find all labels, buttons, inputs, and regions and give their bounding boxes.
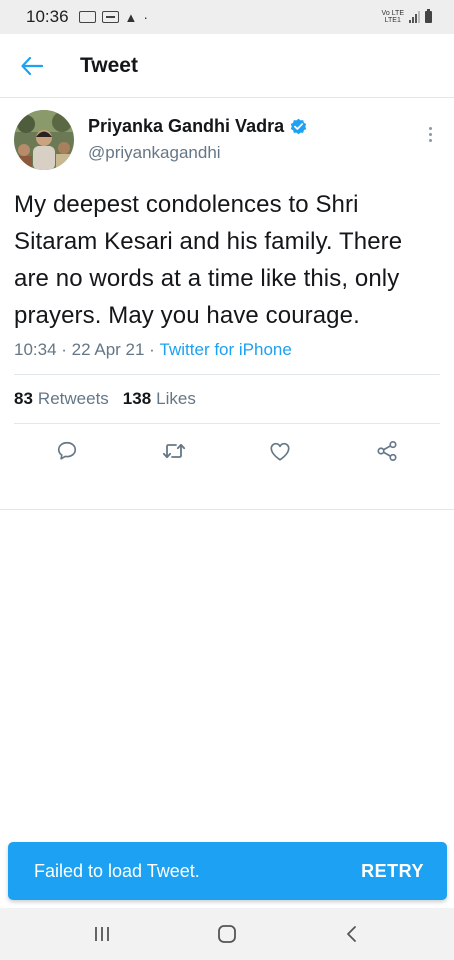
snackbar-message: Failed to load Tweet. [34, 860, 200, 881]
tweet-time: 10:34 [14, 340, 57, 359]
system-navigation-bar [0, 908, 454, 960]
author-name[interactable]: Priyanka Gandhi Vadra [88, 116, 284, 137]
avatar-image [14, 110, 74, 170]
home-icon [218, 925, 236, 943]
author-info: Priyanka Gandhi Vadra @priyankagandhi [88, 116, 308, 163]
status-bar: 10:36 ▲ · Vo LTE LTE1 [0, 0, 454, 34]
tweet-meta: 10:34 · 22 Apr 21 · Twitter for iPhone [14, 340, 440, 360]
reply-button[interactable] [47, 431, 87, 471]
voicemail-notification-icon [101, 11, 119, 23]
likes-label[interactable]: Likes [156, 389, 196, 409]
tweet-stats: 83 Retweets 138 Likes [14, 375, 440, 423]
recent-apps-icon [95, 927, 110, 941]
author-handle[interactable]: @priyankagandhi [88, 143, 308, 163]
status-time: 10:36 [26, 7, 69, 26]
heart-icon [270, 442, 290, 461]
verified-badge-icon [290, 118, 307, 135]
more-vertical-icon [428, 126, 432, 130]
tweet-source-link[interactable]: Twitter for iPhone [160, 340, 292, 360]
share-icon [377, 441, 397, 461]
tweet-author-row: Priyanka Gandhi Vadra @priyankagandhi [14, 110, 440, 170]
like-button[interactable] [260, 431, 300, 471]
share-button[interactable] [367, 431, 407, 471]
recent-apps-button[interactable] [77, 914, 127, 954]
message-notification-icon [78, 11, 96, 23]
author-name-row: Priyanka Gandhi Vadra [88, 116, 308, 137]
retweets-count[interactable]: 83 [14, 389, 33, 409]
back-nav-button[interactable] [327, 914, 377, 954]
signal-icon [409, 11, 420, 23]
more-notifications-icon: · [143, 9, 149, 25]
tweet-actions [14, 424, 440, 478]
divider [0, 509, 454, 510]
back-button[interactable] [12, 46, 52, 86]
warning-icon: ▲ [124, 9, 138, 25]
avatar[interactable] [14, 110, 74, 170]
reply-icon [58, 441, 77, 460]
retweet-icon [162, 443, 185, 459]
tweet-text: My deepest condolences to Shri Sitaram K… [14, 191, 403, 329]
network-type-indicator: Vo LTE LTE1 [381, 10, 404, 24]
chevron-left-icon [346, 926, 356, 942]
likes-count[interactable]: 138 [123, 389, 151, 409]
status-notification-icons: ▲ · [78, 9, 149, 25]
meta-separator: · [144, 340, 160, 359]
meta-separator: · [56, 340, 72, 359]
retweet-button[interactable] [154, 431, 194, 471]
error-snackbar: Failed to load Tweet. RETRY [8, 842, 447, 900]
more-options-button[interactable] [420, 122, 440, 146]
status-system-icons: Vo LTE LTE1 [381, 9, 432, 24]
tweet-date: 22 Apr 21 [71, 340, 145, 359]
battery-icon [425, 9, 432, 23]
retweets-label[interactable]: Retweets [38, 389, 109, 409]
home-button[interactable] [202, 914, 252, 954]
retry-button[interactable]: RETRY [361, 861, 424, 882]
tweet-detail: Priyanka Gandhi Vadra @priyankagandhi My… [0, 98, 454, 478]
arrow-left-icon [21, 56, 43, 75]
app-header: Tweet [0, 34, 454, 98]
page-title: Tweet [80, 53, 138, 77]
